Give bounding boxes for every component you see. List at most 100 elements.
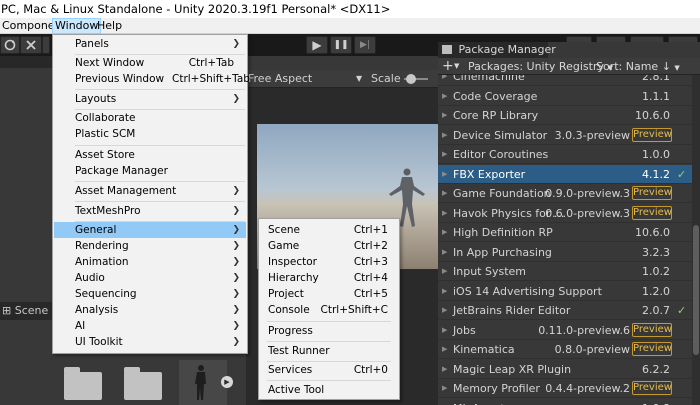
chevron-right-icon: ❯ — [232, 39, 240, 49]
package-row[interactable]: ▶ FBX Exporter 4.1.2 ✓ — [438, 164, 692, 184]
step-button[interactable]: ▶| — [354, 36, 376, 54]
scrollbar-thumb[interactable] — [693, 225, 699, 355]
menu-item-analysis[interactable]: Analysis ❯ — [54, 302, 246, 318]
package-row[interactable]: ▶ Jobs 0.11.0-preview.6 Preview — [438, 321, 692, 340]
menu-window[interactable]: Window — [52, 18, 102, 34]
submenu-item-game[interactable]: Game Ctrl+2 — [260, 238, 398, 254]
menu-item-collaborate[interactable]: Collaborate — [54, 110, 246, 126]
menu-item-next-window[interactable]: Next Window Ctrl+Tab — [54, 55, 246, 71]
expand-triangle-icon[interactable]: ▶ — [442, 145, 447, 164]
package-row[interactable]: ▶ Input System 1.0.2 — [438, 262, 692, 281]
submenu-item-active-tool[interactable]: Active Tool — [260, 382, 398, 398]
package-row[interactable]: ▶ Game Foundation 0.9.0-preview.3 Preview — [438, 184, 692, 203]
package-version: 0.6.0-preview.3 — [545, 206, 630, 220]
chevron-right-icon: ❯ — [232, 94, 240, 104]
expand-triangle-icon[interactable]: ▶ — [442, 184, 447, 203]
submenu-item-label: Active Tool — [268, 384, 325, 396]
menu-item-rendering[interactable]: Rendering ❯ — [54, 238, 246, 254]
package-manager-toolbar: + ▼ Packages: Unity Registry ▼ Sort: Nam… — [438, 58, 700, 75]
chevron-right-icon: ❯ — [232, 241, 240, 251]
menu-item-ai[interactable]: AI ❯ — [54, 318, 246, 334]
expand-triangle-icon[interactable]: ▶ — [442, 399, 447, 405]
menu-item-asset-store[interactable]: Asset Store — [54, 147, 246, 163]
menu-item-general[interactable]: General ❯ — [54, 222, 246, 238]
expand-triangle-icon[interactable]: ▶ — [442, 204, 447, 223]
expand-triangle-icon[interactable]: ▶ — [442, 75, 447, 86]
menu-item-asset-management[interactable]: Asset Management ❯ — [54, 183, 246, 199]
menu-item-animation[interactable]: Animation ❯ — [54, 254, 246, 270]
package-row[interactable]: ▶ High Definition RP 10.6.0 — [438, 223, 692, 242]
menu-item-audio[interactable]: Audio ❯ — [54, 270, 246, 286]
submenu-item-scene[interactable]: Scene Ctrl+1 — [260, 222, 398, 238]
menu-item-textmeshpro[interactable]: TextMeshPro ❯ — [54, 203, 246, 219]
expand-triangle-icon[interactable]: ▶ — [442, 165, 447, 184]
package-row[interactable]: ▶ Editor Coroutines 1.0.0 — [438, 145, 692, 164]
package-row[interactable]: ▶ JetBrains Rider Editor 2.0.7 ✓ — [438, 301, 692, 320]
package-row[interactable]: ▶ Kinematica 0.8.0-preview Preview — [438, 340, 692, 359]
package-row[interactable]: ▶ Magic Leap XR Plugin 6.2.2 — [438, 360, 692, 379]
folder-icon[interactable] — [64, 367, 102, 400]
expand-triangle-icon[interactable]: ▶ — [442, 282, 447, 301]
package-name: ML Agents — [453, 399, 510, 405]
expand-triangle-icon[interactable]: ▶ — [442, 87, 447, 106]
scale-slider-thumb[interactable] — [406, 74, 416, 84]
package-list-scrollbar[interactable] — [692, 75, 700, 405]
package-row[interactable]: ▶ Havok Physics for ... 0.6.0-preview.3 Pre… — [438, 204, 692, 223]
preview-badge: Preview — [632, 342, 672, 356]
expand-triangle-icon[interactable]: ▶ — [442, 301, 447, 320]
menu-item-panels[interactable]: Panels ❯ — [54, 36, 246, 52]
submenu-item-console[interactable]: Console Ctrl+Shift+C — [260, 302, 398, 318]
add-package-button[interactable]: + — [442, 58, 454, 75]
folder-icon[interactable] — [124, 367, 162, 400]
expand-triangle-icon[interactable]: ▶ — [442, 126, 447, 145]
expand-triangle-icon[interactable]: ▶ — [442, 321, 447, 340]
package-row[interactable]: ▶ iOS 14 Advertising Support 1.2.0 — [438, 282, 692, 301]
play-preview-icon[interactable]: ▶ — [221, 376, 233, 388]
menu-item-package-manager[interactable]: Package Manager — [54, 163, 246, 179]
package-row[interactable]: ▶ Device Simulator 3.0.3-preview Preview — [438, 126, 692, 145]
menu-item-sequencing[interactable]: Sequencing ❯ — [54, 286, 246, 302]
package-row[interactable]: ▶ Core RP Library 10.6.0 — [438, 106, 692, 125]
scene-tab-icon: ⊞ — [2, 304, 12, 317]
package-version: 0.9.0-preview.3 — [545, 187, 630, 200]
menu-item-layouts[interactable]: Layouts ❯ — [54, 91, 246, 107]
menu-item-label: Animation — [75, 256, 129, 268]
package-row[interactable]: ▶ Memory Profiler 0.4.4-preview.2 Preview — [438, 379, 692, 398]
expand-triangle-icon[interactable]: ▶ — [442, 243, 447, 262]
submenu-item-hierarchy[interactable]: Hierarchy Ctrl+4 — [260, 270, 398, 286]
menu-item-label: Rendering — [75, 240, 129, 252]
play-button[interactable]: ▶ — [306, 36, 328, 54]
package-row[interactable]: ▶ Cinemachine 2.8.1 — [438, 75, 692, 86]
model-asset-thumbnail[interactable]: ▶ — [179, 360, 233, 405]
package-row[interactable]: ▶ ML Agents 1.0.8 — [438, 399, 692, 405]
menu-help[interactable]: Help — [95, 18, 124, 34]
expand-triangle-icon[interactable]: ▶ — [442, 106, 447, 125]
rotate-tool-icon[interactable] — [0, 36, 20, 54]
expand-triangle-icon[interactable]: ▶ — [442, 223, 447, 242]
aspect-dropdown[interactable]: Free Aspect — [248, 70, 312, 88]
submenu-item-test-runner[interactable]: Test Runner — [260, 343, 398, 359]
menu-item-previous-window[interactable]: Previous Window Ctrl+Shift+Tab — [54, 71, 250, 87]
expand-triangle-icon[interactable]: ▶ — [442, 262, 447, 281]
package-version: 10.6.0 — [635, 226, 670, 239]
submenu-item-label: Game — [268, 240, 300, 252]
expand-triangle-icon[interactable]: ▶ — [442, 340, 447, 359]
aspect-chevron-icon: ▼ — [356, 74, 363, 83]
expand-triangle-icon[interactable]: ▶ — [442, 360, 447, 379]
tool-button-partial[interactable] — [42, 36, 50, 54]
package-version: 1.0.0 — [642, 148, 670, 161]
package-row[interactable]: ▶ In App Purchasing 3.2.3 — [438, 243, 692, 262]
menu-item-plastic-scm[interactable]: Plastic SCM — [54, 126, 246, 142]
submenu-item-progress[interactable]: Progress — [260, 323, 398, 339]
package-manager-tab[interactable]: Package Manager — [438, 42, 556, 58]
submenu-item-inspector[interactable]: Inspector Ctrl+3 — [260, 254, 398, 270]
submenu-item-services[interactable]: Services Ctrl+0 — [260, 362, 398, 378]
package-row[interactable]: ▶ Code Coverage 1.1.1 — [438, 87, 692, 106]
rect-tool-icon[interactable] — [20, 36, 42, 54]
pause-button[interactable]: ❚❚ — [330, 36, 352, 54]
package-list: ▶ Cinemachine 2.8.1 ▶ Code Coverage 1.1.1 ▶ Cor… — [438, 75, 692, 405]
expand-triangle-icon[interactable]: ▶ — [442, 379, 447, 398]
scene-tab[interactable]: ⊞ Scene — [0, 302, 52, 320]
menu-item-ui-toolkit[interactable]: UI Toolkit ❯ — [54, 334, 246, 350]
submenu-item-project[interactable]: Project Ctrl+5 — [260, 286, 398, 302]
